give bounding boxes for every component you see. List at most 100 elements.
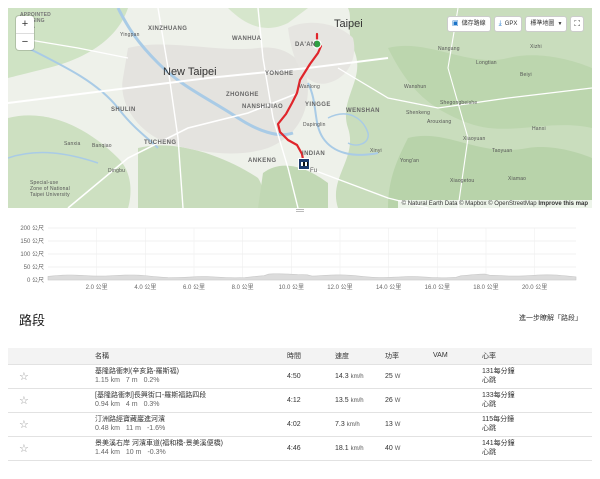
map-label-wanlong: Wanlong [299,84,320,90]
segment-distance: 0.94 km [95,401,120,408]
map-label-yingpan: Yingpan [120,32,140,38]
map-label-dingbu: Dingbu [108,168,126,174]
elevation-profile[interactable]: 200 公尺 150 公尺 100 公尺 50 公尺 0 公尺 2.0 公里 4.0 公里… [8,214,592,297]
segment-row[interactable]: ☆ 汀洲路經寶藏巖進河濱 0.48 km 11 m -1.6% 4:02 7.3 km/h 1… [8,412,592,437]
segment-stats: 1.44 km 10 m -0.3% [95,448,287,457]
header-star-col [8,348,95,365]
segment-distance: 1.44 km [95,449,120,456]
header-speed[interactable]: 速度 [335,348,385,365]
segment-elevation: 4 m [125,401,138,408]
fullscreen-icon: ⛶ [574,19,580,28]
segments-learn-more-link[interactable]: 進一步瞭解「路段」 [519,313,582,323]
segments-title: 路段 [19,313,46,328]
segment-speed-cell: 7.3 km/h [335,412,385,437]
map-label-wanshun: Wanshun [404,84,427,90]
segment-speed: 14.3 [335,372,349,380]
segment-name-link[interactable]: [基隆路衝刺]長興街口-羅斯福路四段 [95,391,287,400]
fullscreen-button[interactable]: ⛶ [570,16,584,32]
elevation-x-tick: 6.0 公里 [183,284,205,291]
segment-time: 4:46 [287,436,335,461]
segment-grade: -1.6% [146,425,166,432]
map-style-label: 標準地圖 [530,21,555,27]
resize-handle[interactable] [296,209,304,212]
map-label-yingge: YINGGE [305,102,331,108]
map-label-wenshan: WENSHAN [346,108,380,114]
segment-power-cell: 13 W [385,412,433,437]
caret-down-icon: ▼ [557,21,563,27]
star-icon[interactable]: ☆ [8,419,29,431]
map-label-longtian: Longtian [476,60,497,66]
zoom-out-button[interactable]: − [16,33,34,50]
segment-name-link[interactable]: 基隆路衝刺(辛亥路-羅斯福) [95,367,287,376]
segment-power-cell: 26 W [385,388,433,413]
segment-speed-cell: 18.1 km/h [335,436,385,461]
star-icon[interactable]: ☆ [8,371,29,383]
header-name[interactable]: 名稱 [95,348,287,365]
segment-time: 4:50 [287,364,335,389]
star-icon[interactable]: ☆ [8,443,29,455]
header-power[interactable]: 功率 [385,348,433,365]
power-unit: W [394,445,401,452]
segment-time: 4:02 [287,412,335,437]
map-label-banqiao: Banqiao [92,143,112,149]
power-unit: W [394,397,401,404]
map-label-nangang: Nangang [438,46,460,52]
speed-unit: km/h [346,421,360,428]
zoom-in-button[interactable]: + [16,16,34,33]
map-label-xinyi: Xinyi [370,148,382,154]
map-label-sanxia: Sanxia [64,141,81,147]
segment-speed-cell: 13.5 km/h [335,388,385,413]
segment-grade: 0.3% [143,401,160,408]
segment-name-link[interactable]: 汀洲路經寶藏巖進河濱 [95,415,287,424]
elevation-x-tick: 8.0 公里 [232,284,254,291]
map-label-wanhua: WANHUA [232,36,262,42]
map-label-beiyi: Beiyi [520,72,532,78]
segment-stats: 0.94 km 4 m 0.3% [95,400,287,409]
map-style-select[interactable]: 標準地圖 ▼ [525,16,568,32]
segment-elevation: 10 m [125,449,142,456]
attribution-text[interactable]: © Natural Earth Data © Mapbox © OpenStre… [402,201,537,207]
map-label-shegongbeishe: Shegongbeishe [440,100,478,106]
map-label-arouxiang: Arouxiang [427,119,452,125]
star-icon[interactable]: ☆ [8,395,29,407]
segment-row[interactable]: ☆ 基隆路衝刺(辛亥路-羅斯福) 1.15 km 7 m 0.2% 4:50 14.3 km… [8,364,592,389]
segment-vam [433,436,482,461]
segment-speed: 13.5 [335,396,349,404]
improve-map-link[interactable]: Improve this map [538,201,588,207]
map-label-shenkeng: Shenkeng [406,110,431,116]
segment-name-link[interactable]: 景美溪右岸 河濱車道(福和橋-景美溪便橋) [95,439,287,448]
segment-stats: 1.15 km 7 m 0.2% [95,376,287,385]
elevation-y-tick: 200 公尺 [20,225,44,232]
header-vam[interactable]: VAM [433,348,482,365]
segment-speed-cell: 14.3 km/h [335,364,385,389]
map-label-yonghe: YONGHE [265,71,294,77]
segment-power: 25 [385,372,393,380]
gpx-label: GPX [504,21,518,27]
segment-time: 4:12 [287,388,335,413]
gpx-button[interactable]: ⤓ GPX [493,16,523,32]
map-label-zhonghe: ZHONGHE [226,92,259,98]
segment-hr: 131每分鐘 [482,368,515,375]
hr-unit: 心跳 [482,401,496,408]
elevation-x-tick: 14.0 公里 [376,284,401,291]
elevation-x-tick: 2.0 公里 [86,284,108,291]
segment-row[interactable]: ☆ 景美溪右岸 河濱車道(福和橋-景美溪便橋) 1.44 km 10 m -0.3% 4:… [8,436,592,461]
segment-row[interactable]: ☆ [基隆路衝刺]長興街口-羅斯福路四段 0.94 km 4 m 0.3% 4:12 13.… [8,388,592,413]
segment-power: 13 [385,420,393,428]
speed-unit: km/h [350,373,364,380]
save-route-button[interactable]: ▣ 儲存路線 [447,16,491,32]
segment-hr: 115每分鐘 [482,416,515,423]
map-label-shulin: SHULIN [111,107,136,113]
route-map[interactable]: Taipei New Taipei Yingpan XINZHUANG WANH… [8,8,592,208]
header-time[interactable]: 時間 [287,348,335,365]
elevation-y-tick: 100 公尺 [20,251,44,258]
map-label-ankeng: ANKENG [248,158,277,164]
map-label-new-taipei: New Taipei [163,66,217,78]
elevation-y-tick: 0 公尺 [27,277,44,284]
header-hr[interactable]: 心率 [482,348,592,365]
segment-elevation: 11 m [125,425,141,432]
segment-distance: 0.48 km [95,425,120,432]
map-terrain [8,8,592,208]
map-toolbar: ▣ 儲存路線 ⤓ GPX 標準地圖 ▼ ⛶ [447,16,584,32]
hr-unit: 心跳 [482,425,496,432]
